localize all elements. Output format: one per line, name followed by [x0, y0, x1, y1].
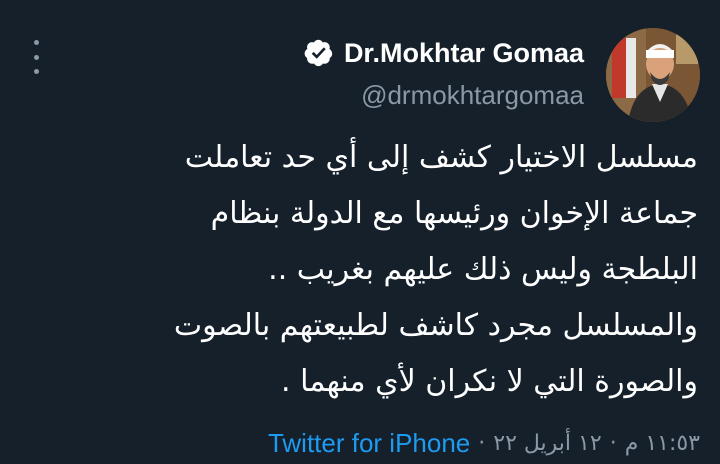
display-name-row[interactable]: Dr.Mokhtar Gomaa [304, 28, 584, 78]
tweet-line: البلطجة وليس ذلك عليهم بغريب .. [268, 252, 698, 287]
meta-separator: · [609, 431, 617, 456]
tweet-line: والصورة التي لا نكران لأي منهما . [281, 364, 698, 399]
tweet-line: جماعة الإخوان ورئيسها مع الدولة بنظام [210, 196, 698, 231]
tweet-line: مسلسل الاختيار كشف إلى أي حد تعاملت [184, 140, 698, 175]
display-name: Dr.Mokhtar Gomaa [343, 37, 584, 68]
tweet-meta: ١١:٥٣ م · ١٢ أبريل ٢٢ · Twitter for iPho… [268, 428, 700, 459]
more-dot [33, 69, 39, 74]
tweet-time[interactable]: ١١:٥٣ م [625, 431, 700, 456]
author-handle[interactable]: @drmokhtargomaa [361, 80, 584, 111]
avatar[interactable] [606, 28, 700, 122]
verified-badge-icon [304, 39, 333, 67]
tweet-date[interactable]: ١٢ أبريل ٢٢ [493, 431, 601, 456]
author-names: Dr.Mokhtar Gomaa @drmokhtargomaa [304, 28, 584, 111]
more-dot [33, 54, 39, 60]
tweet-line: والمسلسل مجرد كاشف لطبيعتهم بالصوت [173, 308, 698, 343]
tweet-card: Dr.Mokhtar Gomaa @drmokhtargomaa مسلسل ا… [0, 0, 720, 464]
tweet-text: مسلسل الاختيار كشف إلى أي حد تعاملت جماع… [38, 130, 698, 410]
tweet-source-link[interactable]: Twitter for iPhone [268, 428, 470, 459]
more-dot [33, 40, 39, 45]
more-options-icon[interactable] [26, 40, 46, 74]
meta-separator: · [478, 431, 486, 456]
tweet-header: Dr.Mokhtar Gomaa @drmokhtargomaa [304, 28, 700, 122]
profile-photo [606, 28, 700, 122]
